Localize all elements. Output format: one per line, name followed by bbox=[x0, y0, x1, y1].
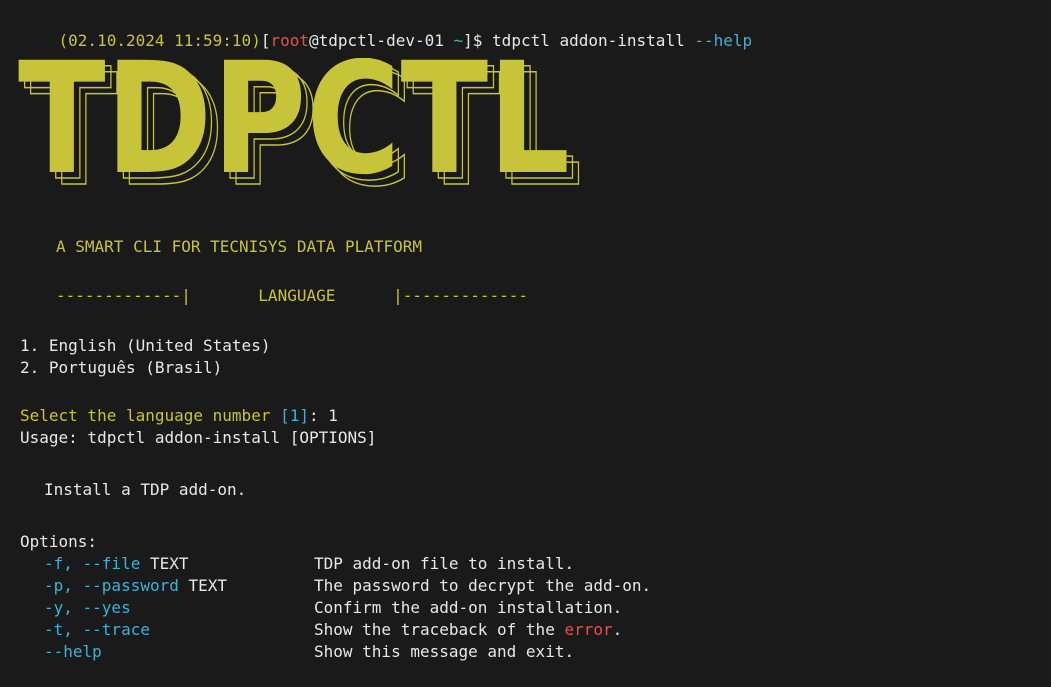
select-colon: : bbox=[309, 406, 319, 425]
prompt-symbol: ]$ bbox=[463, 31, 483, 50]
option-long-flag: --trace bbox=[82, 620, 150, 639]
option-trace: -t, --trace Show the traceback of the err… bbox=[44, 619, 622, 641]
prompt-path: ~ bbox=[453, 31, 464, 50]
option-short-flag: -t, bbox=[44, 620, 83, 639]
option-description: TDP add-on file to install. bbox=[314, 554, 575, 573]
tagline: A SMART CLI FOR TECNISYS DATA PLATFORM bbox=[56, 237, 423, 256]
usage-line: Usage: tdpctl addon-install [OPTIONS] bbox=[20, 428, 377, 447]
option-short-flag: -y, bbox=[44, 598, 83, 617]
option-long-flag: --password bbox=[82, 576, 179, 595]
section-rule-right: |------------- bbox=[393, 286, 529, 305]
prompt-user: root bbox=[270, 31, 309, 50]
option-file: -f, --file TEXT TDP add-on file to instal… bbox=[44, 553, 574, 575]
option-password: -p, --password TEXT The password to decry… bbox=[44, 575, 651, 597]
language-select-prompt: Select the language number [1]: 1 bbox=[20, 405, 338, 427]
option-arg: TEXT bbox=[178, 576, 228, 595]
language-option-2: 2. Português (Brasil) bbox=[20, 358, 223, 377]
select-default: [1] bbox=[280, 406, 309, 425]
command-description: Install a TDP add-on. bbox=[44, 480, 247, 499]
option-arg: TEXT bbox=[140, 554, 189, 573]
logo-fill: TDPCTL bbox=[18, 58, 570, 198]
select-label: Select the language number bbox=[20, 406, 271, 425]
select-answer: 1 bbox=[328, 406, 338, 425]
option-description: Confirm the add-on installation. bbox=[314, 598, 623, 617]
option-long-flag: --help bbox=[44, 642, 102, 661]
command-name: tdpctl addon-install bbox=[492, 31, 685, 50]
option-description-end: . bbox=[612, 620, 623, 639]
option-description: Show this message and exit. bbox=[314, 642, 575, 661]
error-word: error bbox=[564, 620, 613, 639]
section-title: LANGUAGE bbox=[258, 286, 336, 305]
command-flag: --help bbox=[694, 31, 753, 50]
tdpctl-logo: TDPCTL TDPCTL TDPCTL bbox=[14, 30, 614, 222]
prompt-timestamp: (02.10.2024 11:59:10) bbox=[58, 31, 261, 50]
section-rule-left: -------------| bbox=[56, 286, 191, 305]
language-section-header: -------------| LANGUAGE |------------- bbox=[56, 285, 528, 307]
option-short-flag: -f, bbox=[44, 554, 83, 573]
language-option-1: 1. English (United States) bbox=[20, 336, 271, 355]
option-description: Show the traceback of the bbox=[314, 620, 565, 639]
option-description: The password to decrypt the add-on. bbox=[314, 576, 652, 595]
option-long-flag: --file bbox=[82, 554, 141, 573]
terminal-window[interactable]: (02.10.2024 11:59:10)[root@tdpctl-dev-01… bbox=[0, 0, 1051, 687]
option-long-flag: --yes bbox=[82, 598, 131, 617]
option-help: --help Show this message and exit. bbox=[44, 641, 574, 663]
prompt-host: @tdpctl-dev-01 bbox=[309, 31, 444, 50]
option-yes: -y, --yes Confirm the add-on installation… bbox=[44, 597, 622, 619]
options-header: Options: bbox=[20, 532, 98, 551]
option-short-flag: -p, bbox=[44, 576, 83, 595]
